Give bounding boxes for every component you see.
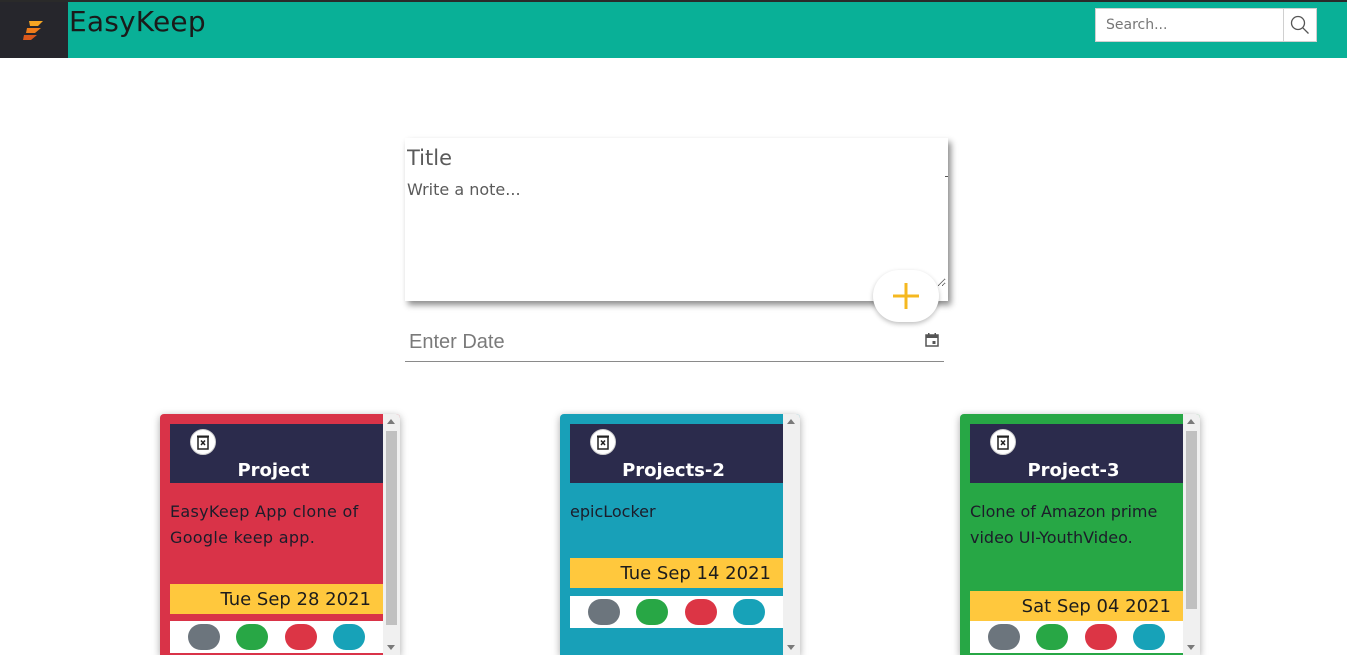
scroll-up-arrow[interactable]: [387, 419, 395, 424]
note-card: Project-3 Clone of Amazon prime video UI…: [960, 414, 1200, 655]
swatch-red[interactable]: [284, 624, 317, 650]
swatch-gray[interactable]: [188, 624, 221, 650]
note-body: EasyKeep App clone of Google keep app.: [170, 502, 359, 547]
swatch-cyan[interactable]: [732, 599, 765, 625]
scroll-thumb[interactable]: [1186, 431, 1197, 609]
search-button[interactable]: [1283, 9, 1316, 41]
scrollbar[interactable]: [1183, 414, 1200, 655]
note-card: Project EasyKeep App clone of Google kee…: [160, 414, 400, 655]
note-card-header: Project-3: [970, 424, 1183, 483]
scroll-down-arrow[interactable]: [387, 645, 395, 650]
title-underline: [945, 176, 948, 177]
calendar-icon[interactable]: [925, 333, 939, 347]
swatch-gray[interactable]: [588, 599, 621, 625]
plus-icon: [893, 283, 919, 309]
note-body-input[interactable]: [407, 180, 946, 287]
note-date-badge: Sat Sep 04 2021: [970, 591, 1183, 621]
app-header: EasyKeep: [0, 0, 1347, 58]
swatch-green[interactable]: [1036, 624, 1069, 650]
search-icon: [1290, 15, 1310, 34]
scroll-thumb[interactable]: [386, 431, 397, 625]
color-swatch-bar: [570, 596, 783, 628]
swatch-green[interactable]: [236, 624, 269, 650]
swatch-cyan[interactable]: [1132, 624, 1165, 650]
note-date-badge: Tue Sep 14 2021: [570, 558, 783, 588]
add-note-button[interactable]: [873, 270, 939, 322]
date-input[interactable]: [409, 328, 889, 356]
search-input[interactable]: [1096, 9, 1284, 41]
trash-icon[interactable]: [190, 429, 216, 455]
note-card-header: Projects-2: [570, 424, 783, 483]
note-card: Projects-2 epicLocker Tue Sep 14 2021: [560, 414, 800, 655]
scrollbar[interactable]: [383, 414, 400, 655]
search-box: [1095, 8, 1317, 42]
app-title: EasyKeep: [69, 5, 206, 38]
note-creator: [405, 138, 948, 301]
trash-icon[interactable]: [990, 429, 1016, 455]
color-swatch-bar: [970, 621, 1183, 653]
flame-logo-icon[interactable]: [0, 2, 68, 58]
note-title: Project-3: [1027, 460, 1120, 481]
note-title: Project: [237, 460, 310, 481]
scroll-up-arrow[interactable]: [787, 419, 795, 424]
scrollbar[interactable]: [783, 414, 800, 655]
note-card-header: Project: [170, 424, 383, 483]
swatch-cyan[interactable]: [332, 624, 365, 650]
swatch-red[interactable]: [1084, 624, 1117, 650]
note-body: Clone of Amazon prime video UI-YouthVide…: [970, 502, 1158, 547]
note-title: Projects-2: [622, 460, 725, 481]
scroll-up-arrow[interactable]: [1187, 419, 1195, 424]
note-date-badge: Tue Sep 28 2021: [170, 584, 383, 614]
color-swatch-bar: [170, 621, 383, 653]
swatch-gray[interactable]: [988, 624, 1021, 650]
scroll-down-arrow[interactable]: [787, 645, 795, 650]
note-title-input[interactable]: [407, 142, 937, 174]
note-body: epicLocker: [570, 502, 656, 521]
date-field: [405, 322, 944, 362]
trash-icon[interactable]: [590, 429, 616, 455]
swatch-green[interactable]: [636, 599, 669, 625]
swatch-red[interactable]: [684, 599, 717, 625]
scroll-down-arrow[interactable]: [1187, 645, 1195, 650]
